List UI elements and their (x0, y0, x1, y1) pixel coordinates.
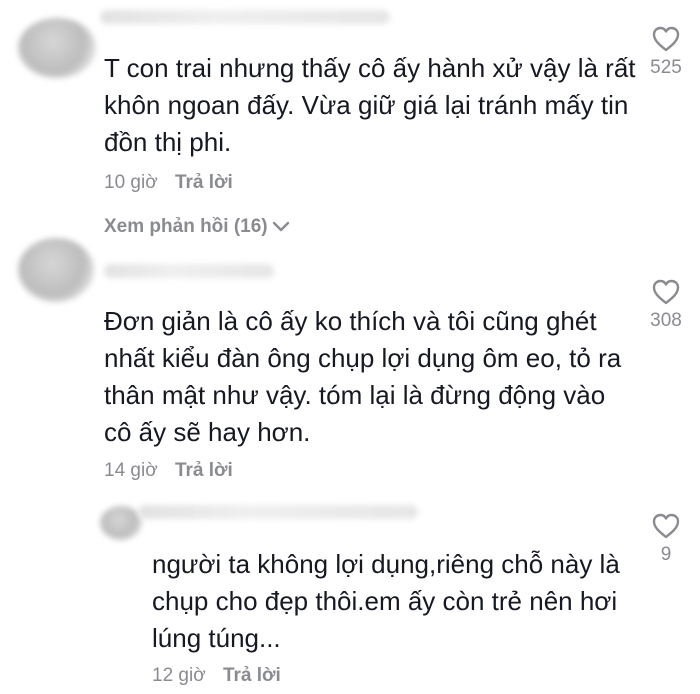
comment-text: người ta không lợi dụng,riêng chỗ này là… (152, 549, 620, 653)
reply-button[interactable]: Trả lời (223, 665, 281, 686)
comment-text: Đơn giản là cô ấy ko thích và tôi cũng g… (104, 306, 622, 447)
reply-button[interactable]: Trả lời (175, 460, 233, 481)
username-blurred[interactable] (138, 505, 418, 519)
like-control: 308 (636, 278, 696, 332)
chevron-down-icon (272, 221, 289, 232)
comment-meta: 14 giờ Trả lời (104, 460, 233, 482)
heart-outline-icon[interactable] (651, 512, 681, 540)
like-count: 525 (650, 57, 682, 78)
username-blurred[interactable] (100, 10, 390, 24)
username-blurred[interactable] (104, 264, 274, 278)
view-replies-button[interactable]: Xem phản hồi (16) (104, 216, 290, 238)
comment-time: 12 giờ (152, 665, 206, 686)
like-count: 308 (650, 310, 682, 331)
avatar[interactable] (18, 238, 94, 302)
reply-button[interactable]: Trả lời (175, 172, 233, 193)
avatar[interactable] (18, 18, 96, 78)
comment-time: 14 giờ (104, 460, 158, 481)
like-control: 525 (636, 25, 696, 79)
comment-meta: 12 giờ Trả lời (152, 665, 281, 687)
avatar[interactable] (100, 506, 142, 540)
comment-meta: 10 giờ Trả lời (104, 172, 233, 194)
comment-time: 10 giờ (104, 172, 158, 193)
view-replies-label: Xem phản hồi (16) (104, 216, 268, 237)
like-count: 9 (660, 544, 672, 565)
comment-text: T con trai nhưng thấy cô ấy hành xử vậy … (104, 53, 636, 157)
like-control: 9 (636, 512, 696, 566)
heart-outline-icon[interactable] (651, 25, 681, 53)
heart-outline-icon[interactable] (651, 278, 681, 306)
